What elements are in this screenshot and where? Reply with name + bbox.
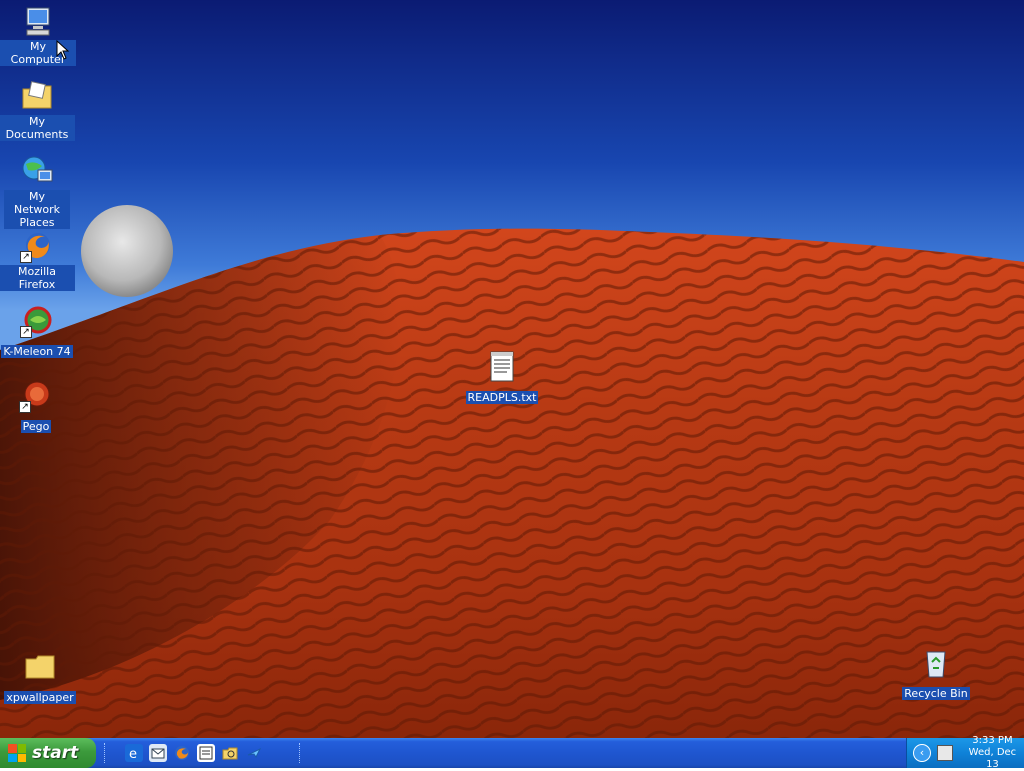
computer-icon — [21, 4, 55, 38]
clock-date: Wed, Dec 13 — [968, 747, 1017, 770]
folder-icon — [23, 650, 57, 684]
desktop-icon-mozilla-firefox[interactable]: ↗ Mozilla Firefox — [0, 229, 75, 292]
icon-label: My Documents — [0, 115, 75, 141]
mouse-cursor-icon — [56, 40, 70, 60]
explorer-icon[interactable] — [221, 744, 239, 762]
firefox-icon[interactable] — [173, 744, 191, 762]
shortcut-arrow-icon: ↗ — [20, 326, 32, 338]
icon-label: K-Meleon 74 — [1, 345, 73, 358]
messenger-icon[interactable] — [245, 744, 263, 762]
k-meleon-icon: ↗ — [20, 304, 54, 338]
firefox-icon: ↗ — [20, 229, 54, 263]
system-tray: ‹ 3:33 PM Wed, Dec 13 — [906, 735, 1024, 771]
start-button[interactable]: start — [0, 738, 96, 768]
recycle-bin-icon — [919, 646, 953, 680]
shortcut-arrow-icon: ↗ — [19, 401, 31, 413]
desktop-icon-my-documents[interactable]: My Documents — [0, 79, 75, 142]
notepad-icon[interactable] — [197, 744, 215, 762]
quick-launch: e — [125, 744, 269, 762]
network-places-icon — [20, 154, 54, 188]
outlook-express-icon[interactable] — [149, 744, 167, 762]
icon-label: Recycle Bin — [902, 687, 970, 700]
network-tray-icon[interactable] — [936, 745, 953, 761]
text-file-icon — [485, 350, 519, 384]
desktop-icon-my-network-places[interactable]: My Network Places — [0, 154, 75, 230]
clock[interactable]: 3:33 PM Wed, Dec 13 — [961, 735, 1024, 771]
svg-text:e: e — [129, 747, 137, 761]
shortcut-arrow-icon: ↗ — [20, 251, 32, 263]
desktop-icon-recycle-bin[interactable]: Recycle Bin — [898, 646, 974, 701]
desktop-icon-pego[interactable]: ↗ Pego — [0, 379, 74, 434]
show-hidden-icons-chevron-icon[interactable]: ‹ — [913, 744, 931, 762]
icon-label: My Network Places — [4, 190, 70, 229]
icon-label: READPLS.txt — [465, 391, 539, 404]
documents-folder-icon — [20, 79, 54, 113]
desktop-icon-xpwallpaper[interactable]: xpwallpaper — [2, 650, 78, 705]
start-label: start — [32, 743, 79, 763]
taskbar-separator — [104, 743, 107, 763]
windows-flag-icon — [8, 744, 26, 762]
clock-time: 3:33 PM — [972, 735, 1013, 746]
icon-label: xpwallpaper — [4, 691, 76, 704]
desktop: My Computer My Documents My Network Plac… — [0, 0, 1024, 738]
internet-explorer-icon[interactable]: e — [125, 744, 143, 762]
desktop-icon-readpls[interactable]: READPLS.txt — [464, 350, 540, 405]
desktop-icon-k-meleon[interactable]: ↗ K-Meleon 74 — [0, 304, 75, 359]
taskbar-separator — [299, 743, 302, 763]
taskbar: start e ‹ 3:33 PM Wed, Dec 13 — [0, 735, 1024, 771]
icon-label: Mozilla Firefox — [0, 265, 75, 291]
icon-label: Pego — [20, 420, 52, 433]
pego-icon: ↗ — [19, 379, 53, 413]
